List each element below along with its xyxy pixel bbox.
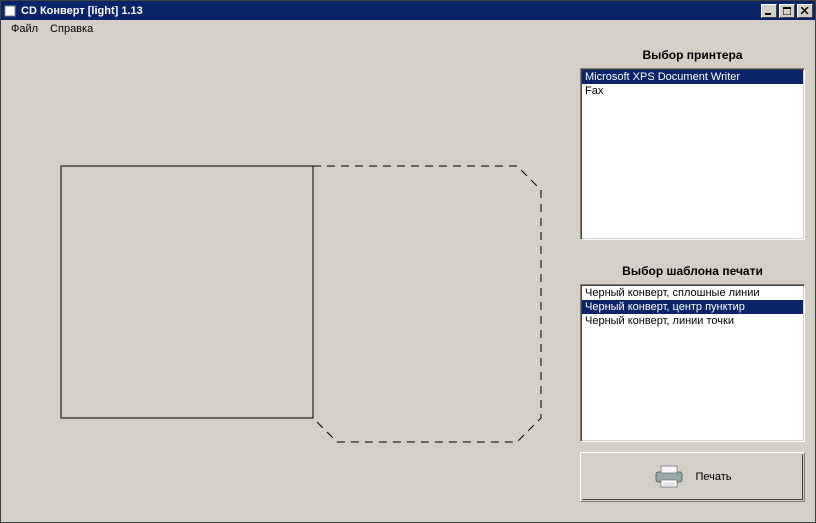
template-item-1[interactable]: Черный конверт, центр пунктир bbox=[582, 300, 803, 314]
maximize-button[interactable] bbox=[779, 4, 795, 18]
window-title: CD Конверт [light] 1.13 bbox=[21, 5, 759, 17]
minimize-button[interactable] bbox=[761, 4, 777, 18]
app-window: CD Конверт [light] 1.13 Файл Справка bbox=[0, 0, 816, 523]
menu-file[interactable]: Файл bbox=[7, 22, 46, 36]
menubar: Файл Справка bbox=[1, 20, 815, 38]
template-section-header: Выбор шаблона печати bbox=[580, 264, 805, 278]
template-item-0[interactable]: Черный конверт, сплошные линии bbox=[582, 286, 803, 300]
app-icon bbox=[3, 4, 17, 18]
printer-item-1[interactable]: Fax bbox=[582, 84, 803, 98]
template-listbox[interactable]: Черный конверт, сплошные линииЧерный кон… bbox=[580, 284, 805, 442]
print-button[interactable]: Печать bbox=[582, 454, 803, 500]
printer-item-0[interactable]: Microsoft XPS Document Writer bbox=[582, 70, 803, 84]
print-button-frame: Печать bbox=[580, 452, 805, 502]
menu-help[interactable]: Справка bbox=[46, 22, 101, 36]
template-item-2[interactable]: Черный конверт, линии точки bbox=[582, 314, 803, 328]
close-button[interactable] bbox=[797, 4, 813, 18]
titlebar: CD Конверт [light] 1.13 bbox=[1, 1, 815, 20]
printer-listbox[interactable]: Microsoft XPS Document WriterFax bbox=[580, 68, 805, 240]
right-panel: Выбор принтера Microsoft XPS Document Wr… bbox=[580, 42, 805, 502]
envelope-preview bbox=[11, 38, 571, 518]
print-button-label: Печать bbox=[695, 471, 731, 483]
window-controls bbox=[759, 4, 813, 18]
printer-icon bbox=[653, 464, 685, 491]
printer-section-header: Выбор принтера bbox=[580, 48, 805, 62]
content-area: Выбор принтера Microsoft XPS Document Wr… bbox=[1, 38, 815, 522]
